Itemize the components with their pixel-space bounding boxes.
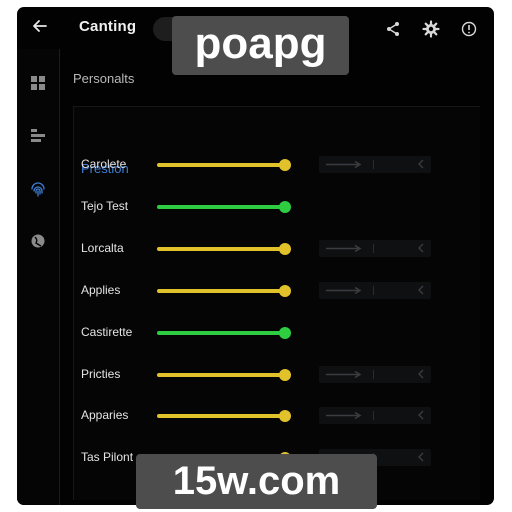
chevron-left-icon bbox=[418, 452, 424, 462]
row-control[interactable] bbox=[319, 156, 431, 173]
info-icon bbox=[461, 21, 477, 37]
control-divider bbox=[373, 370, 374, 379]
fingerprint-icon bbox=[31, 182, 45, 197]
slider-handle[interactable] bbox=[279, 159, 291, 171]
slider-track[interactable] bbox=[157, 414, 285, 418]
arrow-right-icon bbox=[326, 244, 362, 253]
setting-label: Tejo Test bbox=[81, 199, 129, 213]
chevron-left-icon bbox=[418, 159, 424, 169]
settings-row: Apparies bbox=[59, 404, 494, 428]
app-window: Canting Personalts Prestion Carolete Tej… bbox=[17, 7, 494, 505]
arrow-left-icon bbox=[33, 20, 47, 32]
settings-button[interactable] bbox=[420, 18, 442, 40]
list-icon bbox=[31, 129, 45, 142]
row-control[interactable] bbox=[319, 282, 431, 299]
row-control[interactable] bbox=[319, 240, 431, 257]
sidebar-item-globe[interactable] bbox=[28, 231, 48, 251]
globe-icon bbox=[31, 234, 45, 248]
slider-track[interactable] bbox=[157, 205, 285, 209]
slider-handle[interactable] bbox=[279, 369, 291, 381]
settings-row: Castirette bbox=[59, 321, 494, 345]
chevron-left-icon bbox=[418, 285, 424, 295]
arrow-right-icon bbox=[326, 411, 362, 420]
control-divider bbox=[373, 160, 374, 169]
slider-track[interactable] bbox=[157, 289, 285, 293]
chevron-left-icon bbox=[418, 369, 424, 379]
arrow-right-icon bbox=[326, 370, 362, 379]
settings-row: Tejo Test bbox=[59, 195, 494, 219]
slider-handle[interactable] bbox=[279, 285, 291, 297]
setting-label: Lorcalta bbox=[81, 241, 124, 255]
setting-label: Applies bbox=[81, 283, 121, 297]
slider-handle[interactable] bbox=[279, 410, 291, 422]
setting-label: Apparies bbox=[81, 408, 129, 422]
watermark-top: poapg bbox=[172, 16, 349, 75]
back-button[interactable] bbox=[29, 17, 51, 39]
slider-track[interactable] bbox=[157, 163, 285, 167]
sidebar bbox=[17, 49, 60, 505]
slider-track[interactable] bbox=[157, 331, 285, 335]
setting-label: Tas Pilont bbox=[81, 450, 134, 464]
grid-icon bbox=[31, 76, 45, 90]
sidebar-item-fingerprint[interactable] bbox=[28, 179, 48, 199]
slider-handle[interactable] bbox=[279, 243, 291, 255]
settings-row: Lorcalta bbox=[59, 237, 494, 261]
app-title: Canting bbox=[79, 18, 137, 35]
arrow-right-icon bbox=[326, 286, 362, 295]
row-control[interactable] bbox=[319, 366, 431, 383]
main-content: Personalts Prestion Carolete Tejo Test Lor… bbox=[59, 49, 494, 505]
control-divider bbox=[373, 411, 374, 420]
share-button[interactable] bbox=[382, 18, 404, 40]
arrow-right-icon bbox=[326, 160, 362, 169]
slider-handle[interactable] bbox=[279, 201, 291, 213]
slider-handle[interactable] bbox=[279, 327, 291, 339]
chevron-left-icon bbox=[418, 410, 424, 420]
sidebar-item-grid[interactable] bbox=[28, 73, 48, 93]
setting-label: Carolete bbox=[81, 157, 127, 171]
slider-track[interactable] bbox=[157, 373, 285, 377]
sidebar-item-list[interactable] bbox=[28, 125, 48, 145]
settings-row: Applies bbox=[59, 279, 494, 303]
row-control[interactable] bbox=[319, 407, 431, 424]
watermark-bottom: 15w.com bbox=[136, 454, 377, 509]
info-button[interactable] bbox=[458, 18, 480, 40]
setting-label: Pricties bbox=[81, 367, 121, 381]
gear-icon bbox=[422, 20, 440, 38]
setting-label: Castirette bbox=[81, 325, 133, 339]
control-divider bbox=[373, 286, 374, 295]
slider-track[interactable] bbox=[157, 247, 285, 251]
control-divider bbox=[373, 244, 374, 253]
section-title: Personalts bbox=[73, 71, 135, 86]
settings-row: Pricties bbox=[59, 363, 494, 387]
chevron-left-icon bbox=[418, 243, 424, 253]
share-icon bbox=[387, 22, 399, 36]
settings-row: Carolete bbox=[59, 153, 494, 177]
